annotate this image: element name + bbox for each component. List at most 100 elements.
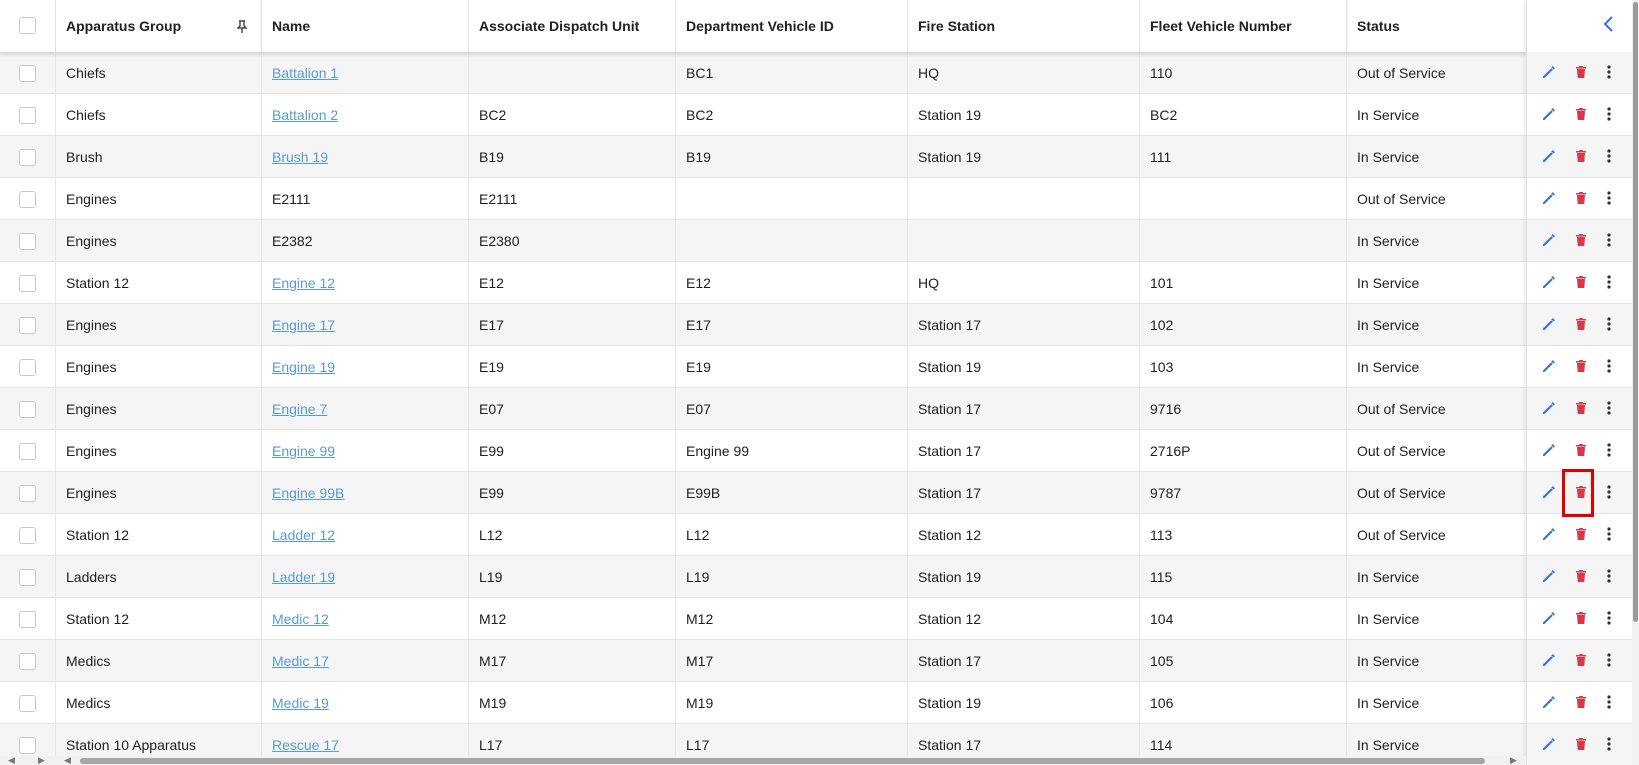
vehicle-link[interactable]: Engine 19 (272, 359, 335, 375)
row-checkbox[interactable] (19, 149, 36, 166)
scroll-left-arrow-icon[interactable]: ◀ (64, 755, 71, 765)
row-checkbox[interactable] (19, 737, 36, 754)
trash-icon[interactable] (1572, 609, 1592, 629)
row-checkbox[interactable] (19, 107, 36, 124)
horizontal-scrollbar-thumb[interactable] (80, 758, 1485, 764)
vehicle-link[interactable]: Battalion 2 (272, 107, 338, 123)
column-header-fire-station[interactable]: Fire Station (908, 0, 1140, 52)
vehicle-link[interactable]: Engine 99B (272, 485, 344, 501)
more-vert-icon[interactable] (1600, 147, 1620, 167)
trash-icon[interactable] (1572, 189, 1592, 209)
pencil-icon[interactable] (1540, 357, 1560, 377)
more-vert-icon[interactable] (1600, 231, 1620, 251)
vehicle-link[interactable]: Ladder 12 (272, 527, 335, 543)
pencil-icon[interactable] (1540, 483, 1560, 503)
row-checkbox[interactable] (19, 569, 36, 586)
more-vert-icon[interactable] (1600, 483, 1620, 503)
vehicle-link[interactable]: Brush 19 (272, 149, 328, 165)
vehicle-link[interactable]: Rescue 17 (272, 737, 339, 753)
more-vert-icon[interactable] (1600, 525, 1620, 545)
select-all-checkbox[interactable] (19, 17, 36, 34)
pencil-icon[interactable] (1540, 525, 1560, 545)
trash-icon[interactable] (1572, 399, 1592, 419)
row-checkbox[interactable] (19, 485, 36, 502)
row-checkbox[interactable] (19, 65, 36, 82)
vehicle-link[interactable]: Engine 99 (272, 443, 335, 459)
pencil-icon[interactable] (1540, 315, 1560, 335)
pencil-icon[interactable] (1540, 231, 1560, 251)
row-checkbox[interactable] (19, 359, 36, 376)
pencil-icon[interactable] (1540, 189, 1560, 209)
scroll-left-arrow-icon[interactable]: ◀ (8, 755, 15, 765)
pencil-icon[interactable] (1540, 693, 1560, 713)
trash-icon[interactable] (1572, 357, 1592, 377)
more-vert-icon[interactable] (1600, 441, 1620, 461)
more-vert-icon[interactable] (1600, 63, 1620, 83)
trash-icon[interactable] (1572, 441, 1592, 461)
trash-icon[interactable] (1572, 315, 1592, 335)
vehicle-link[interactable]: Engine 17 (272, 317, 335, 333)
pencil-icon[interactable] (1540, 399, 1560, 419)
more-vert-icon[interactable] (1600, 609, 1620, 629)
pencil-icon[interactable] (1540, 105, 1560, 125)
row-checkbox[interactable] (19, 653, 36, 670)
pencil-icon[interactable] (1540, 609, 1560, 629)
pin-icon[interactable] (236, 0, 248, 52)
vehicle-link[interactable]: Engine 7 (272, 401, 327, 417)
more-vert-icon[interactable] (1600, 315, 1620, 335)
more-vert-icon[interactable] (1600, 105, 1620, 125)
trash-icon[interactable] (1572, 147, 1592, 167)
pencil-icon[interactable] (1540, 273, 1560, 293)
more-vert-icon[interactable] (1600, 735, 1620, 755)
trash-icon[interactable] (1572, 63, 1592, 83)
trash-icon[interactable] (1572, 735, 1592, 755)
row-checkbox[interactable] (19, 611, 36, 628)
more-vert-icon[interactable] (1600, 357, 1620, 377)
more-vert-icon[interactable] (1600, 273, 1620, 293)
trash-icon[interactable] (1572, 273, 1592, 293)
column-header-associate-dispatch-unit[interactable]: Associate Dispatch Unit (469, 0, 676, 52)
scroll-right-arrow-icon[interactable]: ▶ (38, 755, 45, 765)
trash-icon[interactable] (1572, 105, 1592, 125)
row-checkbox[interactable] (19, 401, 36, 418)
row-checkbox[interactable] (19, 191, 36, 208)
pencil-icon[interactable] (1540, 567, 1560, 587)
more-vert-icon[interactable] (1600, 651, 1620, 671)
scroll-right-arrow-icon[interactable]: ▶ (1510, 755, 1517, 765)
more-vert-icon[interactable] (1600, 693, 1620, 713)
vehicle-link[interactable]: Engine 12 (272, 275, 335, 291)
more-vert-icon[interactable] (1600, 399, 1620, 419)
vehicle-link[interactable]: Medic 19 (272, 695, 329, 711)
row-checkbox[interactable] (19, 695, 36, 712)
column-header-department-vehicle-id[interactable]: Department Vehicle ID (676, 0, 908, 52)
column-header-status[interactable]: Status (1347, 0, 1526, 52)
pencil-icon[interactable] (1540, 735, 1560, 755)
pencil-icon[interactable] (1540, 651, 1560, 671)
vertical-scrollbar-thumb[interactable] (1633, 2, 1638, 622)
more-vert-icon[interactable] (1600, 567, 1620, 587)
trash-icon[interactable] (1572, 651, 1592, 671)
row-checkbox[interactable] (19, 527, 36, 544)
vehicle-link[interactable]: Battalion 1 (272, 65, 338, 81)
vehicle-link[interactable]: Medic 12 (272, 611, 329, 627)
pencil-icon[interactable] (1540, 147, 1560, 167)
vehicle-link[interactable]: Medic 17 (272, 653, 329, 669)
row-checkbox[interactable] (19, 233, 36, 250)
trash-icon[interactable] (1572, 525, 1592, 545)
column-header-name[interactable]: Name (262, 0, 469, 52)
pencil-icon[interactable] (1540, 63, 1560, 83)
trash-icon[interactable] (1572, 567, 1592, 587)
column-header-fleet-vehicle-number[interactable]: Fleet Vehicle Number (1140, 0, 1347, 52)
vehicle-link[interactable]: Ladder 19 (272, 569, 335, 585)
more-vert-icon[interactable] (1600, 189, 1620, 209)
row-checkbox[interactable] (19, 317, 36, 334)
row-checkbox[interactable] (19, 275, 36, 292)
trash-icon[interactable] (1572, 231, 1592, 251)
pencil-icon[interactable] (1540, 441, 1560, 461)
cell-associate-dispatch-unit: E2111 (469, 178, 676, 220)
cell-fire-station: Station 17 (908, 640, 1140, 682)
column-header-apparatus-group[interactable]: Apparatus Group (56, 0, 262, 52)
chevron-left-icon[interactable] (1601, 14, 1615, 38)
row-checkbox[interactable] (19, 443, 36, 460)
trash-icon[interactable] (1572, 693, 1592, 713)
